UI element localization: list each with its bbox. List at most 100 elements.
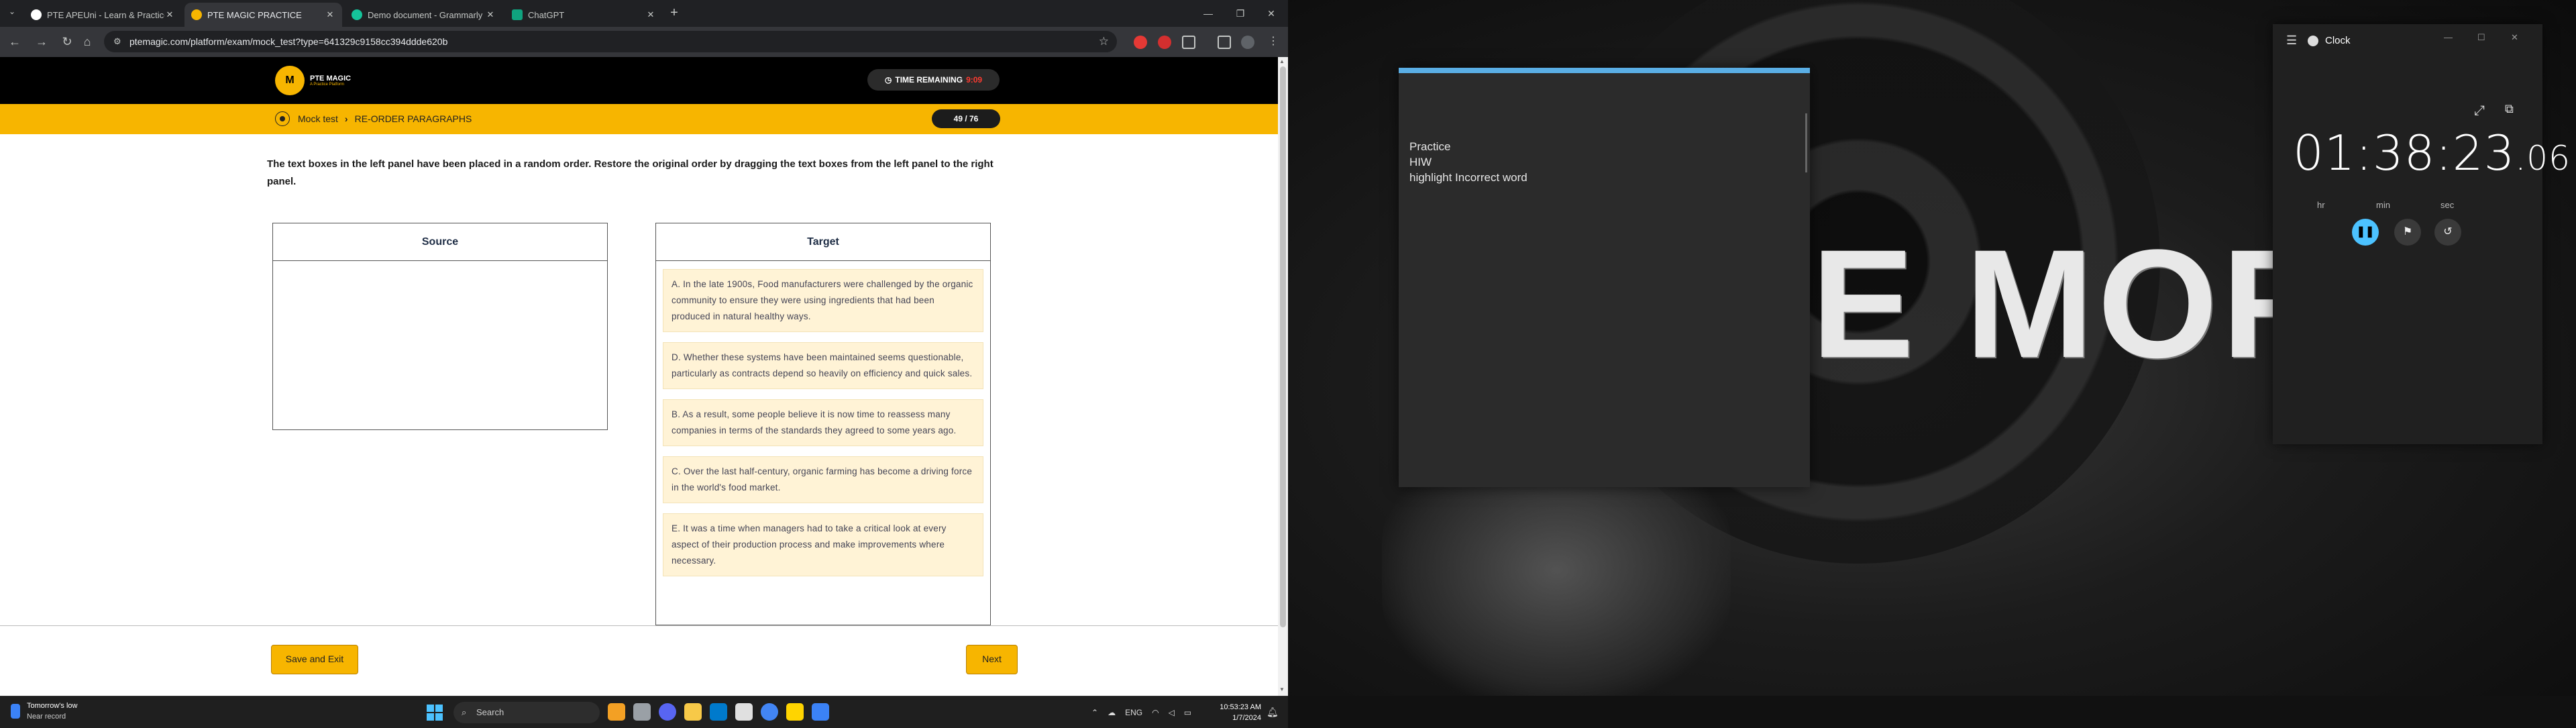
weather-line2: Near record bbox=[27, 713, 66, 721]
source-panel[interactable]: Source bbox=[272, 223, 608, 430]
adblock-extension-icon[interactable] bbox=[1158, 36, 1171, 49]
notification-bell-icon[interactable]: 🔔︎ bbox=[1267, 707, 1279, 718]
app-icon-unity[interactable] bbox=[735, 703, 753, 721]
scrollbar-thumb[interactable] bbox=[1280, 66, 1286, 627]
site-info-icon[interactable]: ⚙ bbox=[113, 31, 121, 52]
clock-close-button[interactable]: ✕ bbox=[2511, 32, 2518, 43]
pte-magic-logo[interactable]: M PTE MAGIC A Practice Platform bbox=[275, 66, 351, 95]
start-windows-icon[interactable] bbox=[427, 705, 443, 721]
close-window-button[interactable]: ✕ bbox=[1261, 5, 1281, 21]
save-and-exit-button[interactable]: Save and Exit bbox=[271, 645, 358, 674]
paragraph-card-a[interactable]: A. In the late 1900s, Food manufacturers… bbox=[663, 269, 983, 332]
reset-button[interactable]: ↺ bbox=[2434, 219, 2461, 246]
app-icon-discord[interactable] bbox=[659, 703, 676, 721]
lap-button[interactable]: ⚑ bbox=[2394, 219, 2421, 246]
time-remaining-badge: ◷ TIME REMAINING 9:09 bbox=[867, 69, 1000, 91]
close-tab-icon[interactable]: ✕ bbox=[164, 9, 175, 20]
weather-widget[interactable]: Tomorrow's low Near record bbox=[11, 700, 77, 722]
paragraph-card-e[interactable]: E. It was a time when managers had to ta… bbox=[663, 513, 983, 576]
forward-arrow-icon[interactable]: → bbox=[34, 34, 50, 50]
taskbar-clock[interactable]: 10:53:23 AM 1/7/2024 bbox=[1211, 702, 1261, 723]
breadcrumb-current: RE-ORDER PARAGRAPHS bbox=[354, 113, 472, 124]
system-tray: ⌃ ☁ ENG ◠ ◁ ▭ bbox=[1087, 696, 1196, 728]
footer-divider bbox=[0, 625, 1278, 626]
page-scrollbar[interactable]: ▲ ▼ bbox=[1278, 57, 1288, 696]
apeuni-favicon-icon bbox=[31, 9, 42, 20]
chevron-up-icon[interactable]: ⌃ bbox=[1091, 708, 1098, 717]
taskbar-time: 10:53:23 AM bbox=[1220, 703, 1261, 711]
back-arrow-icon[interactable]: ← bbox=[7, 34, 23, 50]
close-tab-icon[interactable]: ✕ bbox=[645, 9, 656, 20]
expand-icon[interactable]: ⤢ bbox=[2474, 103, 2485, 119]
question-instructions: The text boxes in the left panel have be… bbox=[267, 158, 994, 187]
home-icon[interactable]: ⌂ bbox=[79, 34, 95, 50]
battery-icon[interactable]: ▭ bbox=[1184, 708, 1191, 717]
extensions-puzzle-icon[interactable] bbox=[1182, 36, 1195, 49]
pte-magic-favicon-icon bbox=[191, 9, 202, 20]
tab-search-button[interactable]: ⌄ bbox=[5, 7, 19, 20]
paragraph-card-b[interactable]: B. As a result, some people believe it i… bbox=[663, 399, 983, 446]
language-indicator[interactable]: ENG bbox=[1125, 708, 1142, 717]
reload-icon[interactable]: ↻ bbox=[59, 34, 75, 50]
wifi-icon[interactable]: ◠ bbox=[1152, 708, 1159, 717]
app-icon-file-explorer[interactable] bbox=[684, 703, 702, 721]
extension-icon[interactable] bbox=[1134, 36, 1147, 49]
profile-avatar-icon[interactable] bbox=[1241, 36, 1254, 49]
stopwatch-hours: 01 bbox=[2293, 125, 2356, 181]
app-icon-task-view[interactable] bbox=[633, 703, 651, 721]
clock-minimize-button[interactable]: — bbox=[2444, 32, 2453, 42]
tab-pte-apeuni[interactable]: PTE APEUni - Learn & Practice ✕ bbox=[24, 3, 182, 27]
bookmark-star-icon[interactable]: ☆ bbox=[1099, 31, 1109, 52]
app-icon-snipping-tool[interactable] bbox=[812, 703, 829, 721]
stopwatch-minutes: 38 bbox=[2372, 125, 2436, 181]
browser-window: ⌄ PTE APEUni - Learn & Practice ✕ PTE MA… bbox=[0, 0, 1288, 696]
maximize-button[interactable]: ❐ bbox=[1230, 5, 1250, 21]
grammarly-favicon-icon bbox=[352, 9, 362, 20]
app-icon-copilot[interactable] bbox=[608, 703, 625, 721]
app-icon-vscode[interactable] bbox=[710, 703, 727, 721]
sticky-notes-window[interactable]: Practice HIW highlight Incorrect word bbox=[1399, 68, 1810, 487]
logo-badge: M bbox=[275, 66, 305, 95]
minimize-button[interactable]: — bbox=[1198, 5, 1218, 21]
home-circle-icon[interactable] bbox=[275, 111, 290, 126]
new-tab-button[interactable]: + bbox=[666, 5, 682, 21]
notes-content[interactable]: Practice HIW highlight Incorrect word bbox=[1409, 139, 1527, 185]
cloud-icon[interactable]: ☁ bbox=[1108, 708, 1116, 717]
note-line: highlight Incorrect word bbox=[1409, 171, 1527, 184]
keep-on-top-icon[interactable]: ⧉ bbox=[2505, 102, 2514, 116]
app-icon-sticky-notes[interactable] bbox=[786, 703, 804, 721]
stopwatch-seconds: 23 bbox=[2452, 125, 2516, 181]
browser-menu-icon[interactable]: ⋮ bbox=[1265, 34, 1281, 50]
pause-button[interactable]: ❚❚ bbox=[2352, 219, 2379, 246]
app-icon-chrome[interactable] bbox=[761, 703, 778, 721]
side-panel-icon[interactable] bbox=[1218, 36, 1231, 49]
volume-icon[interactable]: ◁ bbox=[1169, 708, 1175, 717]
thermometer-icon bbox=[11, 704, 20, 719]
target-list: A. In the late 1900s, Food manufacturers… bbox=[656, 261, 990, 576]
target-panel[interactable]: Target A. In the late 1900s, Food manufa… bbox=[655, 223, 991, 625]
unit-sec-label: sec bbox=[2440, 200, 2455, 210]
taskbar-second-monitor bbox=[1288, 696, 2576, 728]
tab-grammarly[interactable]: Demo document - Grammarly ✕ bbox=[345, 3, 502, 27]
taskbar-search[interactable]: ⌕ Search bbox=[453, 702, 600, 723]
logo-tagline: A Practice Platform bbox=[310, 83, 345, 87]
clock-maximize-button[interactable]: ☐ bbox=[2477, 32, 2485, 43]
browser-toolbar: ← → ↻ ⌂ ⚙ ptemagic.com/platform/exam/moc… bbox=[0, 27, 1288, 57]
url-text: ptemagic.com/platform/exam/mock_test?typ… bbox=[129, 36, 448, 47]
hamburger-menu-icon[interactable]: ☰ bbox=[2286, 34, 2297, 48]
tab-strip: ⌄ PTE APEUni - Learn & Practice ✕ PTE MA… bbox=[0, 0, 1288, 27]
breadcrumb-mock-test[interactable]: Mock test bbox=[298, 113, 338, 124]
close-tab-icon[interactable]: ✕ bbox=[485, 9, 496, 20]
scroll-down-arrow-icon[interactable]: ▼ bbox=[1279, 686, 1285, 692]
paragraph-card-c[interactable]: C. Over the last half-century, organic f… bbox=[663, 456, 983, 503]
close-tab-icon[interactable]: ✕ bbox=[325, 9, 335, 20]
chatgpt-favicon-icon bbox=[512, 9, 523, 20]
tab-chatgpt[interactable]: ChatGPT ✕ bbox=[505, 3, 663, 27]
notes-scrollbar[interactable] bbox=[1805, 113, 1807, 172]
paragraph-card-d[interactable]: D. Whether these systems have been maint… bbox=[663, 342, 983, 389]
site-header: M PTE MAGIC A Practice Platform ◷ TIME R… bbox=[0, 57, 1278, 104]
scroll-up-arrow-icon[interactable]: ▲ bbox=[1279, 58, 1285, 64]
next-button[interactable]: Next bbox=[966, 645, 1018, 674]
address-bar[interactable]: ⚙ ptemagic.com/platform/exam/mock_test?t… bbox=[104, 31, 1117, 52]
tab-pte-magic[interactable]: PTE MAGIC PRACTICE ✕ bbox=[184, 3, 342, 27]
